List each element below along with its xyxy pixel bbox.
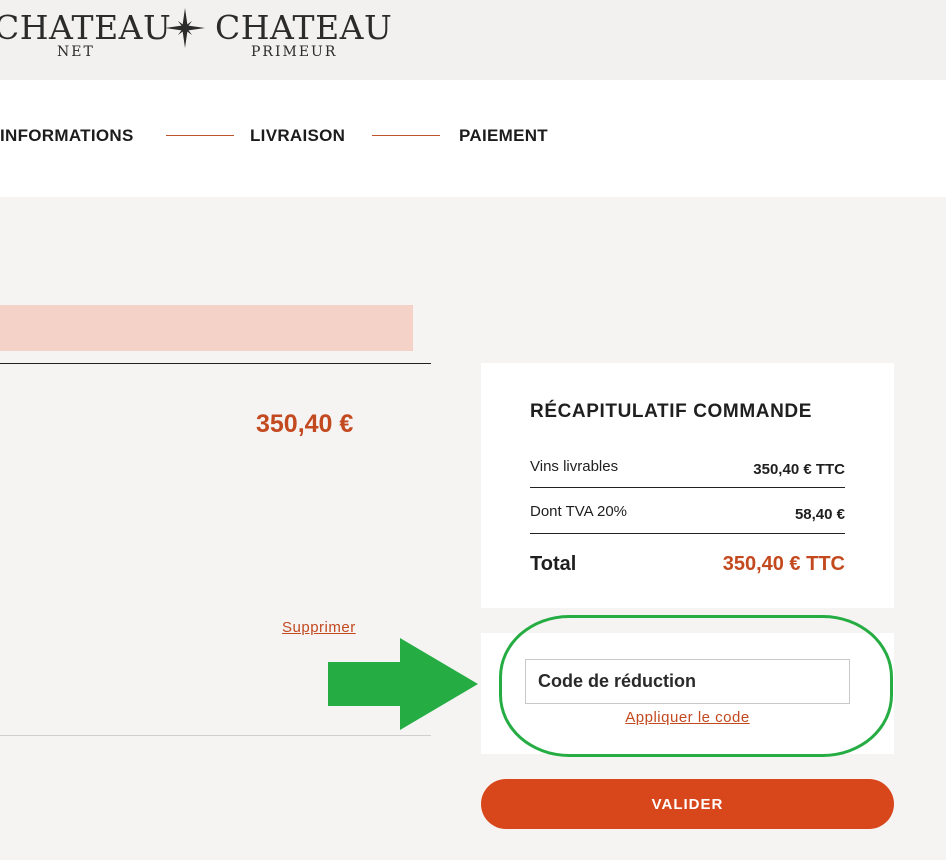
green-arrow-right-icon [328, 638, 478, 730]
summary-title: RÉCAPITULATIF COMMANDE [530, 401, 812, 422]
site-header: CHATEAU CHATEAU NET PRIMEUR [0, 0, 946, 80]
cart-divider-bottom [0, 735, 431, 736]
compass-star-icon [165, 8, 205, 48]
step-connector [372, 135, 440, 136]
delete-item-link[interactable]: Supprimer [282, 619, 356, 636]
step-livraison[interactable]: LIVRAISON [250, 126, 345, 146]
cart-divider [0, 363, 431, 364]
summary-row: Dont TVA 20% 58,40 € [530, 503, 845, 534]
summary-row: Vins livrables 350,40 € TTC [530, 458, 845, 488]
order-summary: RÉCAPITULATIF COMMANDE Vins livrables 35… [481, 363, 894, 608]
step-informations[interactable]: INFORMATIONS [0, 126, 134, 146]
summary-row-label: Vins livrables [530, 458, 619, 475]
summary-row-label: Dont TVA 20% [530, 503, 628, 520]
summary-total-row: Total 350,40 € TTC [530, 551, 845, 581]
logo-word-right: CHATEAU [215, 8, 393, 47]
validate-button[interactable]: VALIDER [481, 779, 894, 829]
summary-row-value: 58,40 € [794, 506, 845, 523]
total-label: Total [530, 553, 577, 575]
item-price: 350,40 € [256, 410, 354, 438]
step-paiement[interactable]: PAIEMENT [459, 126, 548, 146]
cart-banner [0, 305, 413, 351]
logo-sub-right: PRIMEUR [251, 44, 338, 60]
checkout-steps: INFORMATIONS LIVRAISON PAIEMENT [0, 80, 946, 197]
logo-sub-left: NET [57, 44, 95, 60]
promo-code-input[interactable] [525, 659, 850, 704]
total-value: 350,40 € TTC [722, 553, 845, 575]
logo-word-left: CHATEAU [0, 8, 172, 47]
apply-code-link[interactable]: Appliquer le code [481, 709, 894, 726]
logo[interactable]: CHATEAU CHATEAU NET PRIMEUR [0, 2, 400, 64]
step-connector [166, 135, 234, 136]
summary-row-value: 350,40 € TTC [753, 461, 845, 478]
promo-code-box: Appliquer le code [481, 633, 894, 754]
